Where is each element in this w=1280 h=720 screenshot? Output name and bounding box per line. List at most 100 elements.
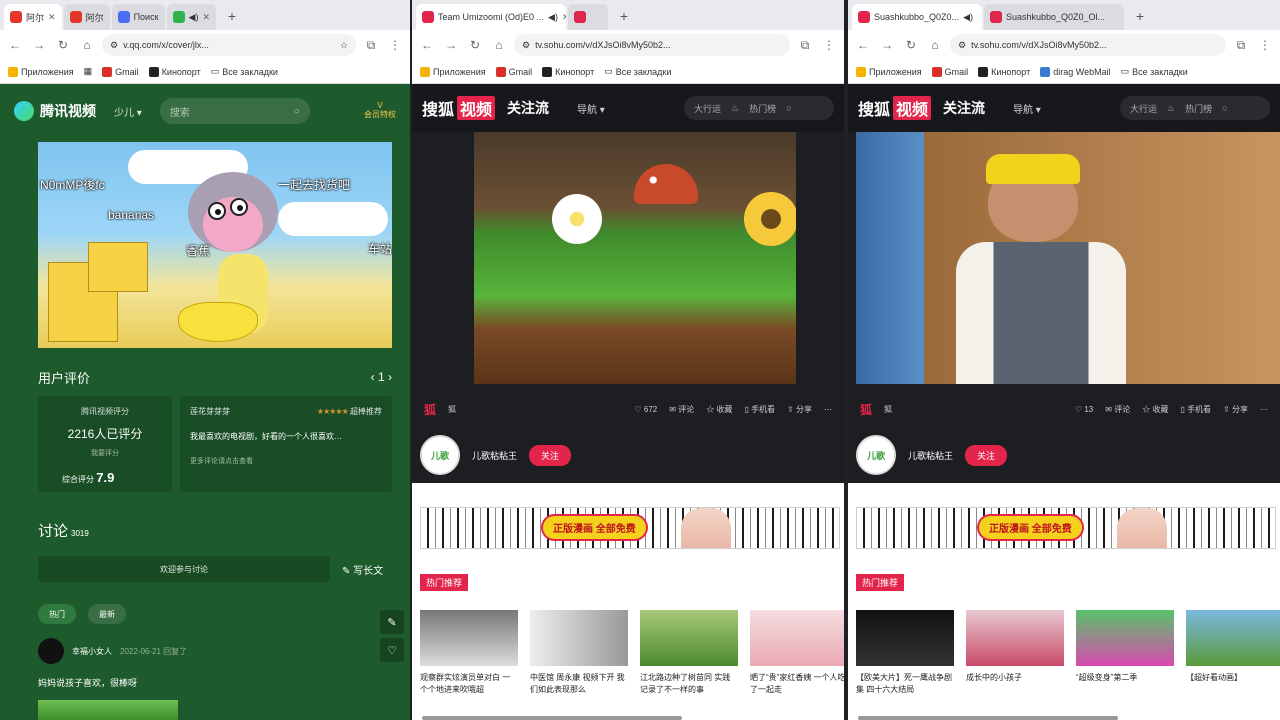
tab-1[interactable]: Team Umizoomi (Od)E0 ... ◀) ✕	[416, 4, 566, 30]
search-icon[interactable]: ○	[294, 106, 300, 117]
back-icon[interactable]: ←	[854, 36, 872, 54]
bookmark-gmail[interactable]: Gmail	[495, 66, 532, 77]
collect-button[interactable]: ☆ 收藏	[1142, 404, 1168, 415]
bookmark-gmail[interactable]: Gmail	[931, 66, 968, 77]
comment-image[interactable]	[38, 700, 178, 720]
video-player[interactable]: N0mMP後fc bananas 一起去找货吧 香蕉 车站	[38, 142, 392, 348]
video-frame[interactable]	[474, 132, 796, 384]
tab-2[interactable]	[568, 4, 608, 30]
comment-button[interactable]: ✉ 评论	[1105, 404, 1130, 415]
video-card[interactable]: 【超好看动画】	[1186, 610, 1280, 696]
speaker-icon[interactable]: ◀)	[963, 12, 973, 23]
new-tab-button[interactable]: +	[1130, 6, 1150, 26]
home-icon[interactable]: ⌂	[78, 36, 96, 54]
avatar[interactable]	[38, 638, 64, 664]
tab-4[interactable]: ◀) ✕	[166, 4, 216, 30]
thumbnail[interactable]	[640, 610, 738, 666]
video-card[interactable]: 观察群实炫演员单对白 一个个地进来吹哦超	[420, 610, 518, 696]
speaker-icon[interactable]: ◀)	[189, 12, 199, 23]
like-button[interactable]: ♡ 672	[635, 405, 658, 414]
bookmark-apps[interactable]: Приложения	[856, 66, 922, 77]
star-icon[interactable]: ☆	[340, 40, 348, 51]
nav-dropdown[interactable]: 导航 ▾	[577, 101, 605, 116]
new-tab-button[interactable]: +	[614, 6, 634, 26]
bookmark-kinopoisk[interactable]: Кинопорт	[542, 66, 594, 77]
review-card[interactable]: 莲花芽芽芽 ★★★★★ 超棒推荐 我最喜欢的电视剧，好看的一个人很喜欢… 更多评…	[180, 396, 392, 492]
tab-1[interactable]: 阿尔 ✕	[4, 4, 62, 30]
author-name[interactable]: 儿歌粘粘王	[472, 449, 517, 462]
bookmark-webmail[interactable]: dirag WebMail	[1040, 66, 1111, 77]
bookmark-apps[interactable]: Приложения	[420, 66, 486, 77]
collect-button[interactable]: ☆ 收藏	[706, 404, 732, 415]
sohu-logo[interactable]: 搜狐 视频	[858, 96, 932, 120]
share-button[interactable]: ⇪ 分享	[787, 404, 812, 415]
thumbnail[interactable]	[420, 610, 518, 666]
forward-icon[interactable]: →	[442, 36, 460, 54]
home-icon[interactable]: ⌂	[926, 36, 944, 54]
address-bar[interactable]: ⚙ tv.sohu.com/v/dXJsOi8vMy50b2...	[950, 34, 1226, 56]
follow-feed-link[interactable]: 关注流	[943, 98, 985, 118]
edit-icon[interactable]: ✎	[380, 610, 404, 634]
ad-banner[interactable]: 正版漫画 全部免费	[420, 507, 840, 549]
home-icon[interactable]: ⌂	[490, 36, 508, 54]
extensions-icon[interactable]: ⧉	[1232, 36, 1250, 54]
bookmark-folder[interactable]: ▭ Все закладки	[1121, 66, 1188, 77]
ad-banner[interactable]: 正版漫画 全部免费	[856, 507, 1276, 549]
tab-3[interactable]: Поиск	[111, 4, 165, 30]
video-card[interactable]: 【欧美大片】死一鹰战争剧集 四十六大结局	[856, 610, 954, 696]
sohu-logo[interactable]: 搜狐 视频	[422, 96, 496, 120]
thumbnail[interactable]	[966, 610, 1064, 666]
comment-input[interactable]: 欢迎参与讨论	[38, 556, 330, 582]
address-bar[interactable]: ⚙ tv.sohu.com/v/dXJsOi8vMy50b2...	[514, 34, 790, 56]
bookmark-folder[interactable]: ▭ Все закладки	[604, 66, 671, 77]
search-input[interactable]: 搜索 ○	[159, 98, 310, 124]
close-icon[interactable]: ✕	[48, 12, 56, 23]
follow-button[interactable]: 关注	[965, 444, 1008, 466]
follow-feed-link[interactable]: 关注流	[507, 98, 549, 118]
bookmark-apps[interactable]: Приложения	[8, 66, 74, 77]
mobile-button[interactable]: ▯ 手机看	[1180, 404, 1211, 415]
rating-card[interactable]: 腾讯视频评分 2216人已评分 我要评分 综合评分 7.9	[38, 396, 172, 492]
vip-button[interactable]: V 会员特权	[364, 101, 396, 120]
comment-button[interactable]: ✉ 评论	[669, 404, 694, 415]
search-icon[interactable]: ○	[1222, 103, 1227, 113]
tencent-logo[interactable]: 腾讯视频	[14, 101, 96, 121]
thumbnail[interactable]	[1076, 610, 1174, 666]
new-tab-button[interactable]: +	[222, 6, 242, 26]
video-player[interactable]: 狐 狐 ♡ 672 ✉ 评论 ☆ 收藏 ▯ 手机看 ⇪ 分享 ⋯	[412, 132, 844, 427]
thumbnail[interactable]	[1186, 610, 1280, 666]
search-icon[interactable]: ○	[786, 103, 791, 113]
review-more-link[interactable]: 更多评论请点击查看	[180, 442, 392, 466]
extensions-icon[interactable]: ⧉	[362, 36, 380, 54]
horizontal-scrollbar[interactable]	[422, 716, 682, 720]
thumbnail[interactable]	[750, 610, 844, 666]
reload-icon[interactable]: ↻	[54, 36, 72, 54]
site-info-icon[interactable]: ⚙	[110, 40, 118, 51]
write-article-button[interactable]: ✎ 写长文	[342, 562, 383, 577]
tab-2[interactable]: Suashkubbo_Q0Z0_Ol...	[984, 4, 1124, 30]
thumbnail[interactable]	[530, 610, 628, 666]
share-button[interactable]: ⇪ 分享	[1223, 404, 1248, 415]
address-bar[interactable]: ⚙ v.qq.com/x/cover/jlx... ☆	[102, 34, 356, 56]
rating-pager[interactable]: ‹ 1 ›	[371, 370, 392, 384]
horizontal-scrollbar[interactable]	[858, 716, 1118, 720]
tab-1[interactable]: Suashkubbo_Q0Z0... ◀)	[852, 4, 982, 30]
bookmark-kinopoisk[interactable]: Кинопорт	[978, 66, 1030, 77]
reload-icon[interactable]: ↻	[902, 36, 920, 54]
speaker-icon[interactable]: ◀)	[548, 12, 558, 23]
feedback-icon[interactable]: ♡	[380, 638, 404, 662]
more-icon[interactable]: ⋯	[1260, 405, 1268, 414]
tab-hot[interactable]: 热门	[38, 604, 76, 624]
video-player[interactable]: 狐 狐 ♡ 13 ✉ 评论 ☆ 收藏 ▯ 手机看 ⇪ 分享 ⋯	[848, 132, 1280, 427]
video-card[interactable]: 晒了“贵”家红香姨 一个人吃了一起走	[750, 610, 844, 696]
video-card[interactable]: 成长中的小孩子	[966, 610, 1064, 696]
menu-icon[interactable]: ⋮	[820, 36, 838, 54]
author-name[interactable]: 儿歌粘粘王	[908, 449, 953, 462]
site-info-icon[interactable]: ⚙	[522, 40, 530, 51]
search-input[interactable]: 大行运 ♨ 热门榜 ○	[684, 96, 834, 120]
video-card[interactable]: 江北路边种了树苗同 实践记录了不一样的事	[640, 610, 738, 696]
reload-icon[interactable]: ↻	[466, 36, 484, 54]
bookmark-folder[interactable]: ▭ Все закладки	[211, 66, 278, 77]
menu-icon[interactable]: ⋮	[386, 36, 404, 54]
author-avatar[interactable]: 儿歌	[856, 435, 896, 475]
